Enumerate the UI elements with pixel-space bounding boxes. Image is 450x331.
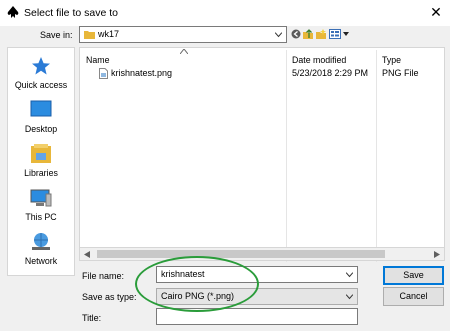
place-label-this-pc: This PC <box>25 212 57 222</box>
star-icon <box>32 57 50 75</box>
annotation-ellipse <box>135 256 259 312</box>
back-icon[interactable] <box>291 29 301 39</box>
title-label: Title: <box>82 313 102 323</box>
file-type: PNG File <box>382 68 419 78</box>
png-file-icon <box>99 68 108 79</box>
cancel-button[interactable]: Cancel <box>383 287 444 306</box>
computer-icon <box>30 189 52 207</box>
save-in-label: Save in: <box>40 30 73 40</box>
file-list[interactable]: Name Date modified Type krishnatest.png … <box>79 47 445 262</box>
folder-icon <box>84 31 95 39</box>
close-icon[interactable]: ✕ <box>427 3 445 21</box>
file-name: krishnatest.png <box>111 68 173 78</box>
column-divider[interactable] <box>286 50 287 262</box>
inkscape-app-icon <box>7 6 19 18</box>
window-title: Select file to save to <box>24 7 118 19</box>
scroll-left-icon[interactable] <box>84 251 90 258</box>
horizontal-scrollbar[interactable] <box>79 247 445 261</box>
file-name-label: File name: <box>82 271 125 281</box>
new-folder-icon[interactable] <box>316 29 326 39</box>
place-desktop[interactable] <box>8 100 74 120</box>
place-label-quick-access: Quick access <box>14 80 68 90</box>
place-network[interactable] <box>8 232 74 254</box>
desktop-icon <box>30 100 52 117</box>
file-row[interactable]: krishnatest.png 5/23/2018 2:29 PM PNG Fi… <box>80 67 444 81</box>
column-header-type[interactable]: Type <box>382 55 401 65</box>
column-header-date[interactable]: Date modified <box>292 55 346 65</box>
column-header-name[interactable]: Name <box>86 55 109 65</box>
place-label-desktop: Desktop <box>24 124 58 134</box>
save-in-dropdown[interactable]: wk17 <box>79 26 287 43</box>
save-in-folder-name: wk17 <box>98 29 120 39</box>
view-menu-icon[interactable] <box>329 29 351 39</box>
libraries-icon <box>31 144 51 163</box>
chevron-down-icon <box>275 32 282 37</box>
save-as-type-label: Save as type: <box>82 292 137 302</box>
scrollbar-thumb[interactable] <box>97 250 385 258</box>
place-libraries[interactable] <box>8 144 74 166</box>
sort-ascending-icon <box>180 49 188 54</box>
chevron-down-icon[interactable] <box>346 272 353 277</box>
place-label-libraries: Libraries <box>24 168 58 178</box>
save-button[interactable]: Save <box>383 266 444 285</box>
place-label-network: Network <box>24 256 58 266</box>
up-folder-icon[interactable] <box>303 29 313 39</box>
network-icon <box>32 233 50 250</box>
column-divider[interactable] <box>376 50 377 262</box>
scroll-right-icon[interactable] <box>434 251 440 258</box>
file-date: 5/23/2018 2:29 PM <box>292 68 369 78</box>
places-bar: Quick access Desktop Libraries This PC N… <box>7 47 75 276</box>
place-quick-access[interactable] <box>8 56 74 78</box>
place-this-pc[interactable] <box>8 188 74 210</box>
chevron-down-icon <box>346 294 353 299</box>
